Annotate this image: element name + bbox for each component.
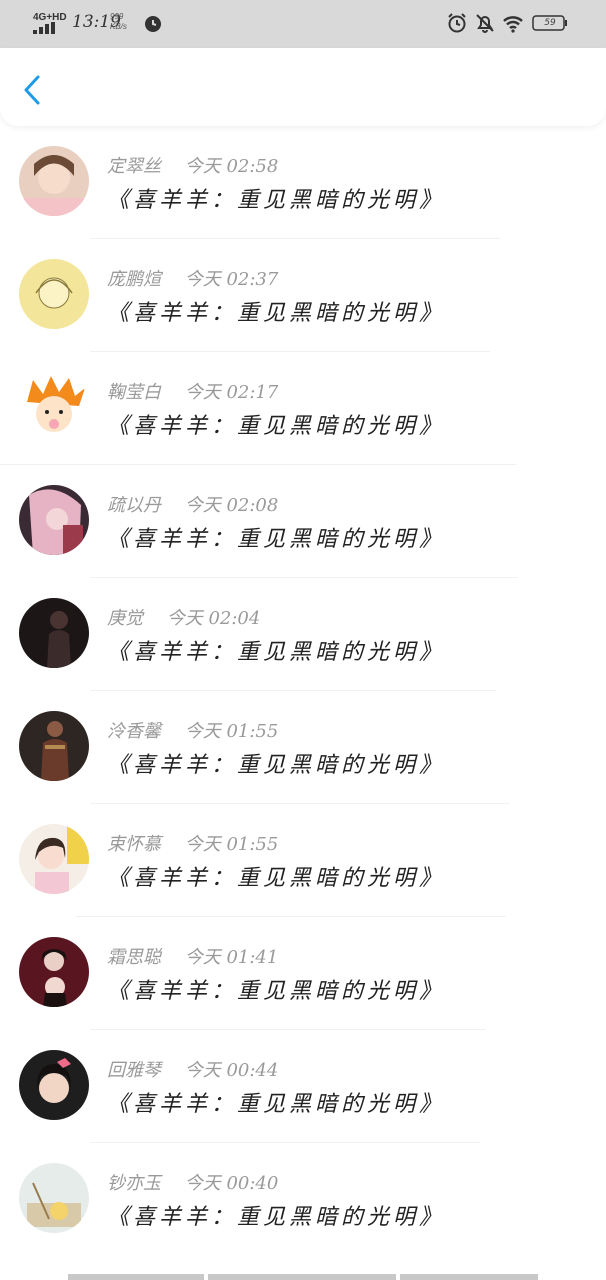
item-meta: 泠香馨 今天 01:55	[107, 717, 278, 743]
list-item[interactable]: 泠香馨 今天 01:55 《喜羊羊：重见黑暗的光明》	[0, 691, 606, 804]
battery-level: 59	[544, 18, 556, 28]
item-title: 《喜羊羊：重见黑暗的光明》	[107, 527, 446, 552]
item-meta: 疏以丹 今天 02:08	[107, 491, 278, 517]
item-meta: 回雅琴 今天 00:44	[107, 1056, 278, 1082]
item-meta: 霜思聪 今天 01:41	[107, 943, 278, 969]
list-item[interactable]: 束怀慕 今天 01:55 《喜羊羊：重见黑暗的光明》	[0, 804, 606, 917]
user-name: 疏以丹	[107, 495, 161, 516]
user-name: 钞亦玉	[107, 1173, 161, 1194]
item-title: 《喜羊羊：重见黑暗的光明》	[107, 753, 446, 778]
alarm-clock-icon	[145, 16, 161, 32]
signal-icon	[33, 22, 55, 34]
chevron-left-icon[interactable]	[18, 72, 48, 108]
avatar	[19, 1163, 89, 1233]
item-meta: 庞鹏煊 今天 02:37	[107, 265, 278, 291]
status-bar: 4G+HD 13:19 999 KB/s 59	[0, 0, 606, 48]
history-list: 定翠丝 今天 02:58 《喜羊羊：重见黑暗的光明》 庞鹏煊 今天 02:37 …	[0, 126, 606, 1256]
list-item[interactable]: 庞鹏煊 今天 02:37 《喜羊羊：重见黑暗的光明》	[0, 239, 606, 352]
user-name: 庚觉	[107, 608, 143, 629]
item-title: 《喜羊羊：重见黑暗的光明》	[107, 188, 446, 213]
item-title: 《喜羊羊：重见黑暗的光明》	[107, 640, 446, 665]
list-item[interactable]: 钞亦玉 今天 00:40 《喜羊羊：重见黑暗的光明》	[0, 1143, 606, 1256]
network-speed-unit: KB/s	[110, 22, 127, 31]
network-speed: 999 KB/s	[110, 12, 127, 32]
avatar	[19, 146, 89, 216]
navigation-bar	[0, 48, 606, 126]
user-name: 回雅琴	[107, 1060, 161, 1081]
list-item[interactable]: 疏以丹 今天 02:08 《喜羊羊：重见黑暗的光明》	[0, 465, 606, 578]
item-time: 今天 01:55	[184, 721, 279, 742]
item-time: 今天 02:17	[184, 382, 279, 403]
user-name: 鞠莹白	[107, 382, 161, 403]
alarm-clock-icon	[448, 13, 466, 33]
avatar	[19, 824, 89, 894]
gesture-bar-right	[400, 1274, 538, 1280]
list-item[interactable]: 鞠莹白 今天 02:17 《喜羊羊：重见黑暗的光明》	[0, 352, 606, 465]
item-title: 《喜羊羊：重见黑暗的光明》	[107, 301, 446, 326]
avatar	[19, 1050, 89, 1120]
user-name: 庞鹏煊	[107, 269, 161, 290]
avatar	[19, 259, 89, 329]
list-item[interactable]: 回雅琴 今天 00:44 《喜羊羊：重见黑暗的光明》	[0, 1030, 606, 1143]
item-time: 今天 02:04	[166, 608, 261, 629]
item-time: 今天 00:44	[184, 1060, 279, 1081]
item-title: 《喜羊羊：重见黑暗的光明》	[107, 979, 446, 1004]
user-name: 束怀慕	[107, 834, 161, 855]
item-time: 今天 00:40	[184, 1173, 279, 1194]
gesture-bar-center	[208, 1274, 396, 1280]
list-item[interactable]: 霜思聪 今天 01:41 《喜羊羊：重见黑暗的光明》	[0, 917, 606, 1030]
item-meta: 定翠丝 今天 02:58	[107, 152, 278, 178]
item-title: 《喜羊羊：重见黑暗的光明》	[107, 1092, 446, 1117]
user-name: 定翠丝	[107, 156, 161, 177]
list-item[interactable]: 定翠丝 今天 02:58 《喜羊羊：重见黑暗的光明》	[0, 126, 606, 239]
item-time: 今天 01:55	[184, 834, 279, 855]
item-meta: 庚觉 今天 02:04	[107, 604, 260, 630]
wifi-icon	[503, 16, 523, 33]
avatar	[19, 598, 89, 668]
avatar	[19, 937, 89, 1007]
item-title: 《喜羊羊：重见黑暗的光明》	[107, 866, 446, 891]
gesture-bar-left	[68, 1274, 204, 1280]
item-time: 今天 02:37	[184, 269, 279, 290]
item-time: 今天 01:41	[184, 947, 279, 968]
item-meta: 束怀慕 今天 01:55	[107, 830, 278, 856]
avatar	[19, 372, 89, 442]
list-item[interactable]: 庚觉 今天 02:04 《喜羊羊：重见黑暗的光明》	[0, 578, 606, 691]
user-name: 霜思聪	[107, 947, 161, 968]
avatar	[19, 711, 89, 781]
item-title: 《喜羊羊：重见黑暗的光明》	[107, 1205, 446, 1230]
item-meta: 鞠莹白 今天 02:17	[107, 378, 278, 404]
network-speed-value: 999	[110, 12, 124, 21]
bell-off-icon	[476, 14, 494, 33]
item-meta: 钞亦玉 今天 00:40	[107, 1169, 278, 1195]
avatar	[19, 485, 89, 555]
user-name: 泠香馨	[107, 721, 161, 742]
item-time: 今天 02:08	[184, 495, 279, 516]
item-time: 今天 02:58	[184, 156, 279, 177]
item-title: 《喜羊羊：重见黑暗的光明》	[107, 414, 446, 439]
